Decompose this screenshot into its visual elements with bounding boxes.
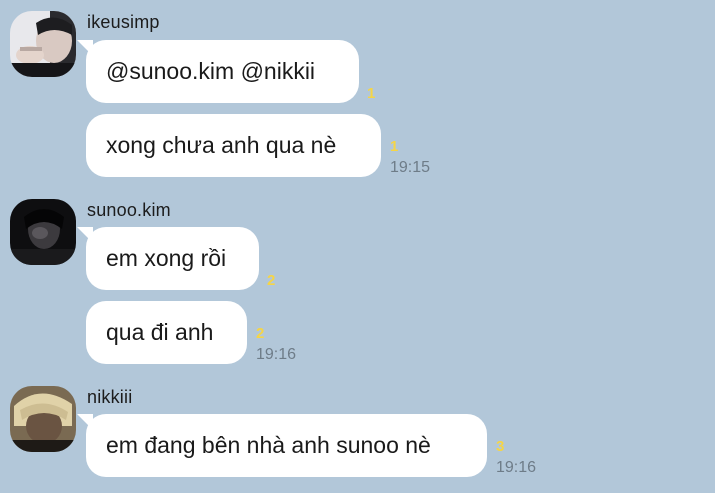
message-bubble[interactable]: qua đi anh <box>86 301 247 364</box>
unread-count: 3 <box>496 438 505 455</box>
avatar-sunoo[interactable] <box>10 199 76 265</box>
message-text: xong chưa anh qua nè <box>106 132 337 158</box>
message-time: 19:15 <box>390 159 431 176</box>
unread-count: 1 <box>390 138 399 155</box>
chat-window: ikeusimp @sunoo.kim @nikkii 1 xong chưa … <box>0 0 715 493</box>
message-text: em đang bên nhà anh sunoo nè <box>106 432 431 458</box>
message-time: 19:16 <box>496 459 537 476</box>
profile-photo-icon <box>10 199 76 265</box>
profile-photo-icon <box>10 386 76 452</box>
message-bubble[interactable]: em đang bên nhà anh sunoo nè <box>77 414 487 477</box>
message-bubble[interactable]: @sunoo.kim @nikkii <box>77 40 359 103</box>
unread-count: 1 <box>367 85 376 102</box>
avatar-ikeusimp[interactable] <box>10 11 76 77</box>
message-bubble[interactable]: xong chưa anh qua nè <box>86 114 381 177</box>
message-text: @sunoo.kim @nikkii <box>106 58 316 84</box>
message-bubble[interactable]: em xong rồi <box>77 227 259 290</box>
unread-count: 2 <box>267 272 276 289</box>
message-text: qua đi anh <box>106 319 214 345</box>
sender-name: sunoo.kim <box>87 200 171 220</box>
avatar-nikkiii[interactable] <box>10 386 76 452</box>
message-time: 19:16 <box>256 346 297 363</box>
unread-count: 2 <box>256 325 265 342</box>
profile-photo-icon <box>10 11 76 77</box>
sender-name: ikeusimp <box>87 12 160 32</box>
message-text: em xong rồi <box>106 245 227 271</box>
sender-name: nikkiii <box>87 387 133 407</box>
